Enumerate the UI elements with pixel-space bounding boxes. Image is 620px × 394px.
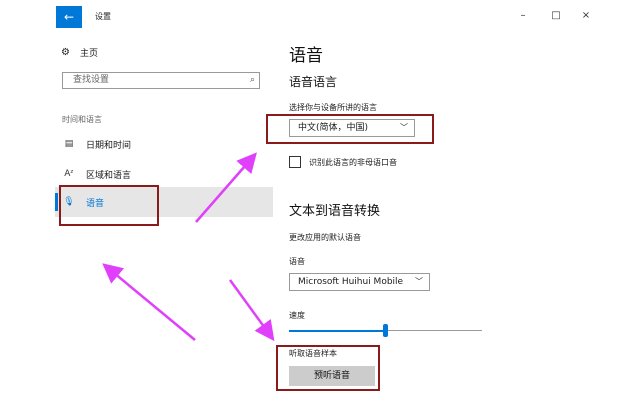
chevron-down-icon: ﹀ xyxy=(415,277,423,286)
voice-label: 语音 xyxy=(289,257,305,266)
back-button[interactable]: ← xyxy=(56,6,82,28)
window-title: 设置 xyxy=(95,12,111,21)
accent-checkbox-row[interactable]: 识别此语言的非母语口音 xyxy=(289,156,397,168)
sidebar-item-label: 区域和语言 xyxy=(86,170,132,181)
calendar-icon: ▤ xyxy=(64,139,74,149)
voice-select-value: Microsoft Huihui Mobile xyxy=(298,277,404,287)
section-title-speech-language: 语音语言 xyxy=(289,75,338,89)
section-title-tts: 文本到语音转换 xyxy=(289,204,381,219)
selected-indicator xyxy=(55,193,58,211)
annotation-box-sidebar xyxy=(59,185,159,226)
accent-checkbox[interactable] xyxy=(289,156,301,168)
close-button[interactable]: × xyxy=(576,8,596,24)
section-label: 时间和语言 xyxy=(62,115,102,124)
annotation-box-preview xyxy=(276,345,380,391)
title-bar: ← 设置 – □ × xyxy=(0,0,620,34)
main-content: 语音 语音语言 选择你与设备所讲的语言 中文(简体，中国) ﹀ 识别此语言的非母… xyxy=(289,34,620,394)
language-icon: Aᶻ xyxy=(64,169,74,179)
speed-label: 速度 xyxy=(289,311,305,320)
language-prompt: 选择你与设备所讲的语言 xyxy=(289,103,377,112)
default-voice-text: 更改应用的默认语音 xyxy=(289,233,361,242)
back-arrow-icon: ← xyxy=(63,10,75,24)
sidebar-item-home[interactable]: ⚙ 主页 xyxy=(61,46,98,59)
search-placeholder: 查找设置 xyxy=(73,75,110,85)
gear-icon: ⚙ xyxy=(61,47,70,58)
checkbox-label: 识别此语言的非母语口音 xyxy=(309,157,397,167)
sidebar-item-label: 日期和时间 xyxy=(86,140,132,151)
page-title: 语音 xyxy=(289,46,323,66)
voice-select[interactable]: Microsoft Huihui Mobile ﹀ xyxy=(289,273,430,291)
speed-slider-thumb[interactable] xyxy=(383,324,388,337)
maximize-button[interactable]: □ xyxy=(546,8,566,24)
sidebar-item-date-time[interactable]: ▤ 日期和时间 xyxy=(55,129,273,159)
speed-slider-fill xyxy=(289,330,385,332)
search-input[interactable]: 查找设置 ⌕ xyxy=(62,72,260,89)
minimize-button[interactable]: – xyxy=(513,8,533,24)
search-icon[interactable]: ⌕ xyxy=(250,73,255,88)
home-label: 主页 xyxy=(79,49,98,59)
annotation-box-language xyxy=(266,114,434,144)
